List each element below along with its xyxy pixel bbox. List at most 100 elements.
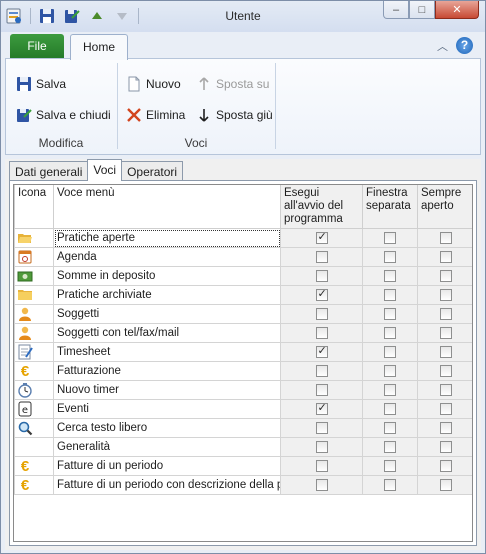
table-row[interactable]: Somme in deposito	[14, 266, 472, 286]
finestra-checkbox[interactable]	[384, 231, 396, 244]
row-icon-cell[interactable]	[14, 247, 54, 267]
tab-voci[interactable]: Voci	[87, 159, 123, 181]
finestra-checkbox[interactable]	[384, 326, 396, 339]
help-icon[interactable]: ?	[456, 37, 473, 54]
row-label[interactable]: Generalità	[53, 437, 281, 457]
sempre-checkbox[interactable]	[440, 364, 452, 377]
sposta-giu-button[interactable]: Sposta giù	[196, 107, 273, 123]
sempre-checkbox[interactable]	[440, 440, 452, 453]
table-row[interactable]: € Fatture di un periodo	[14, 456, 472, 476]
header-sempre-aperto[interactable]: Sempre aperto	[417, 185, 472, 229]
table-row[interactable]: Cerca testo libero	[14, 418, 472, 438]
finestra-checkbox[interactable]	[384, 478, 396, 491]
nuovo-button[interactable]: Nuovo	[126, 76, 181, 92]
esegui-checkbox[interactable]	[315, 421, 328, 434]
esegui-checkbox[interactable]	[315, 230, 328, 244]
table-row[interactable]: e Eventi	[14, 399, 472, 419]
finestra-checkbox[interactable]	[384, 383, 396, 396]
sempre-checkbox[interactable]	[440, 269, 452, 282]
row-label[interactable]: Agenda	[53, 247, 281, 267]
finestra-checkbox[interactable]	[384, 288, 396, 301]
header-icona[interactable]: Icona	[14, 185, 54, 229]
row-label[interactable]: Timesheet	[53, 342, 281, 362]
table-row[interactable]: Soggetti	[14, 304, 472, 324]
finestra-checkbox[interactable]	[384, 440, 396, 453]
row-icon-cell[interactable]: €	[14, 475, 54, 495]
esegui-checkbox[interactable]	[315, 478, 328, 491]
esegui-checkbox[interactable]	[315, 440, 328, 453]
finestra-checkbox[interactable]	[384, 345, 396, 358]
row-label[interactable]: Cerca testo libero	[53, 418, 281, 438]
sempre-checkbox[interactable]	[440, 231, 452, 244]
esegui-checkbox[interactable]	[315, 307, 328, 320]
row-icon-cell[interactable]	[14, 323, 54, 343]
finestra-checkbox[interactable]	[384, 459, 396, 472]
row-icon-cell[interactable]	[14, 342, 54, 362]
table-row[interactable]: € Fatture di un periodo con descrizione d…	[14, 475, 472, 495]
tab-file[interactable]: File	[10, 34, 64, 59]
table-row[interactable]: Generalità	[14, 437, 472, 457]
minimize-button[interactable]: –	[383, 1, 409, 19]
sempre-checkbox[interactable]	[440, 250, 452, 263]
sempre-checkbox[interactable]	[440, 478, 452, 491]
sempre-checkbox[interactable]	[440, 326, 452, 339]
row-label[interactable]: Somme in deposito	[53, 266, 281, 286]
sempre-checkbox[interactable]	[440, 307, 452, 320]
finestra-checkbox[interactable]	[384, 250, 396, 263]
table-row[interactable]: Soggetti con tel/fax/mail	[14, 323, 472, 343]
collapse-ribbon-icon[interactable]: ︿	[437, 38, 448, 54]
finestra-checkbox[interactable]	[384, 269, 396, 282]
table-row[interactable]: Pratiche aperte	[14, 228, 472, 248]
row-icon-cell[interactable]	[14, 418, 54, 438]
maximize-button[interactable]: □	[409, 1, 435, 19]
row-icon-cell[interactable]	[14, 266, 54, 286]
table-row[interactable]: € Fatturazione	[14, 361, 472, 381]
esegui-checkbox[interactable]	[315, 401, 328, 415]
elimina-button[interactable]: Elimina	[126, 107, 185, 123]
row-label[interactable]: Nuovo timer	[53, 380, 281, 400]
finestra-checkbox[interactable]	[384, 364, 396, 377]
row-label[interactable]: Fatture di un periodo	[53, 456, 281, 476]
close-button[interactable]: ✕	[435, 1, 479, 19]
esegui-checkbox[interactable]	[315, 269, 328, 282]
tab-home[interactable]: Home	[70, 34, 128, 60]
sempre-checkbox[interactable]	[440, 345, 452, 358]
row-icon-cell[interactable]: e	[14, 399, 54, 419]
finestra-checkbox[interactable]	[384, 307, 396, 320]
row-icon-cell[interactable]: €	[14, 361, 54, 381]
sempre-checkbox[interactable]	[440, 288, 452, 301]
row-label[interactable]: Fatture di un periodo con descrizione de…	[53, 475, 281, 495]
table-row[interactable]: Timesheet	[14, 342, 472, 362]
header-voce-menu[interactable]: Voce menù	[53, 185, 281, 229]
sempre-checkbox[interactable]	[440, 402, 452, 415]
row-label[interactable]: Soggetti con tel/fax/mail	[53, 323, 281, 343]
header-finestra-separata[interactable]: Finestra separata	[362, 185, 418, 229]
table-row[interactable]: Agenda	[14, 247, 472, 267]
row-label[interactable]: Pratiche aperte	[53, 228, 281, 248]
row-icon-cell[interactable]	[14, 380, 54, 400]
row-icon-cell[interactable]	[14, 304, 54, 324]
finestra-checkbox[interactable]	[384, 402, 396, 415]
header-esegui-avvio[interactable]: Esegui all'avvio del programma	[280, 185, 363, 229]
table-row[interactable]: Pratiche archiviate	[14, 285, 472, 305]
row-label[interactable]: Fatturazione	[53, 361, 281, 381]
esegui-checkbox[interactable]	[315, 344, 328, 358]
row-icon-cell[interactable]	[14, 285, 54, 305]
esegui-checkbox[interactable]	[315, 364, 328, 377]
salva-button[interactable]: Salva	[16, 76, 66, 92]
esegui-checkbox[interactable]	[315, 383, 328, 396]
row-icon-cell[interactable]: €	[14, 456, 54, 476]
sempre-checkbox[interactable]	[440, 421, 452, 434]
row-icon-cell[interactable]	[14, 437, 54, 457]
esegui-checkbox[interactable]	[315, 287, 328, 301]
esegui-checkbox[interactable]	[315, 326, 328, 339]
sposta-su-button[interactable]: Sposta su	[196, 76, 269, 92]
finestra-checkbox[interactable]	[384, 421, 396, 434]
salva-e-chiudi-button[interactable]: Salva e chiudi	[16, 107, 111, 123]
row-label[interactable]: Pratiche archiviate	[53, 285, 281, 305]
table-row[interactable]: Nuovo timer	[14, 380, 472, 400]
esegui-checkbox[interactable]	[315, 459, 328, 472]
row-label[interactable]: Eventi	[53, 399, 281, 419]
esegui-checkbox[interactable]	[315, 250, 328, 263]
tab-dati-generali[interactable]: Dati generali	[9, 161, 89, 182]
